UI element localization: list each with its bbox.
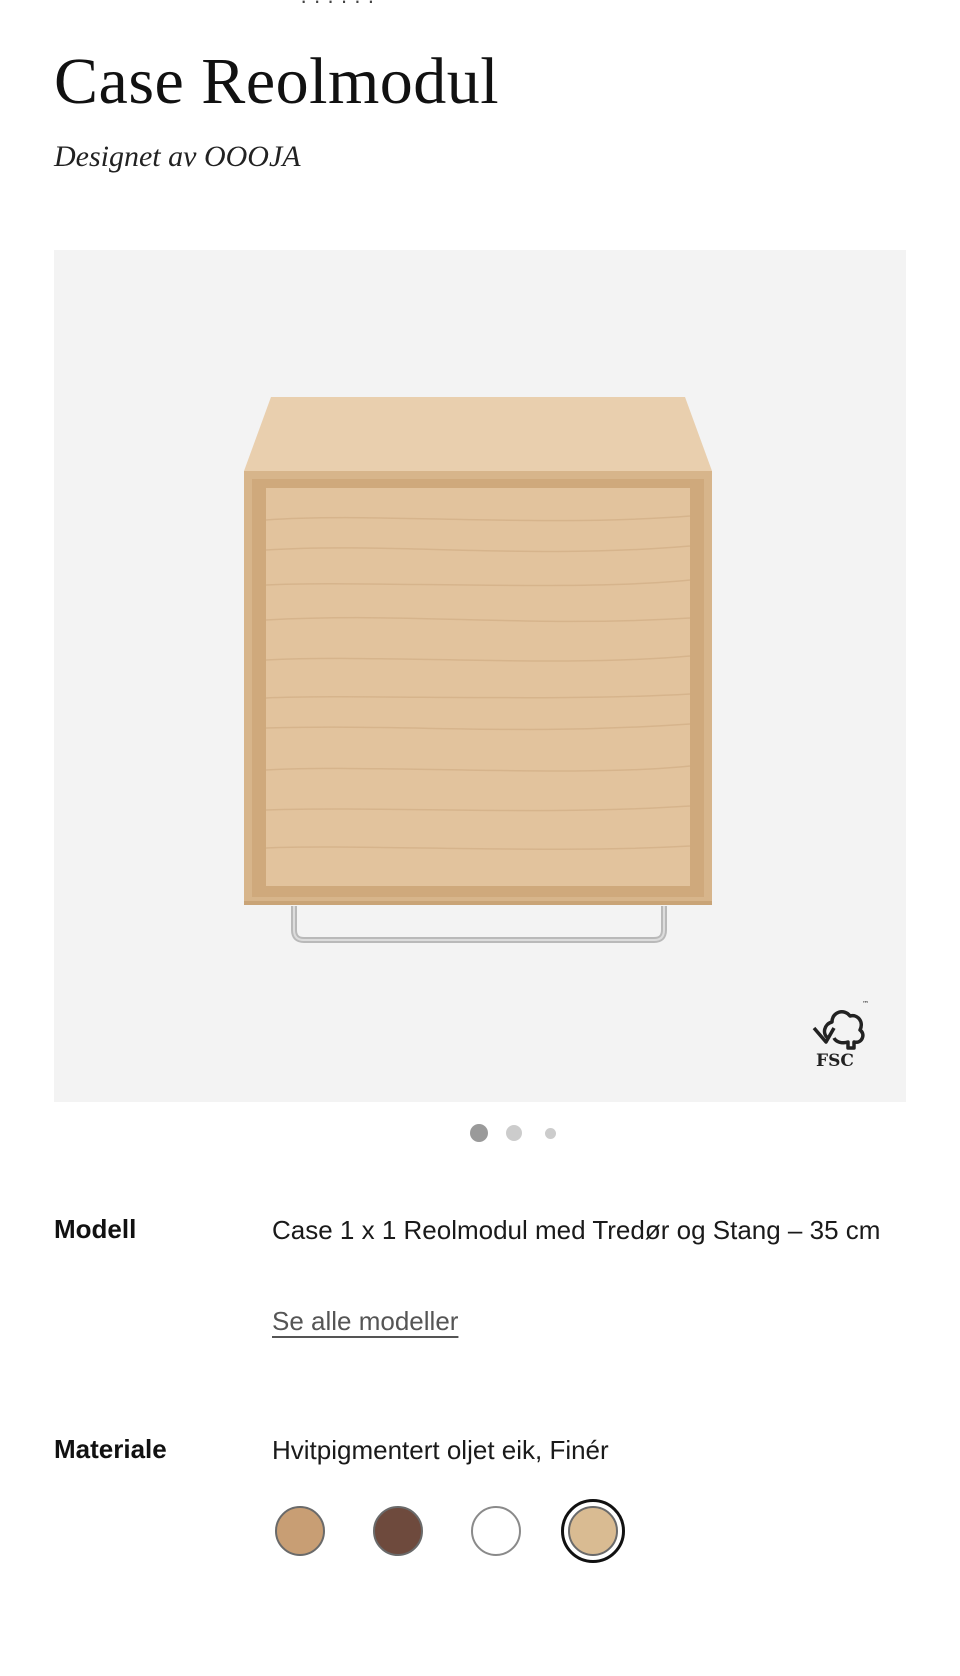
product-image-cabinet xyxy=(244,397,712,943)
gallery-dot-2[interactable] xyxy=(506,1125,522,1141)
see-all-models-link[interactable]: Se alle modeller xyxy=(272,1306,458,1337)
product-designer: Designet av OOOJA xyxy=(54,140,301,173)
swatch-white-pigmented-oak[interactable] xyxy=(568,1506,618,1556)
gallery-dot-1[interactable] xyxy=(470,1124,488,1142)
top-partial-text: · · · · · · xyxy=(300,0,375,13)
model-label: Modell xyxy=(54,1214,137,1244)
svg-text:™: ™ xyxy=(862,1000,869,1008)
product-title: Case Reolmodul xyxy=(54,45,500,118)
material-label: Materiale xyxy=(54,1434,167,1464)
cabinet-top xyxy=(244,397,712,471)
gallery-dot-3[interactable] xyxy=(545,1128,556,1139)
fsc-badge: ™ FSC xyxy=(804,992,874,1072)
swatch-walnut[interactable] xyxy=(373,1506,423,1556)
fsc-badge-text: FSC xyxy=(816,1051,854,1071)
product-image-gallery[interactable]: ™ FSC xyxy=(54,250,906,1102)
material-value: Hvitpigmentert oljet eik, Finér xyxy=(272,1435,609,1465)
fsc-tree-icon: ™ FSC xyxy=(812,1000,869,1071)
gallery-pagination xyxy=(0,1122,960,1144)
swatch-oak[interactable] xyxy=(275,1506,325,1556)
cabinet-rail xyxy=(291,906,667,943)
model-value: Case 1 x 1 Reolmodul med Tredør og Stang… xyxy=(272,1215,881,1245)
swatch-white[interactable] xyxy=(471,1506,521,1556)
